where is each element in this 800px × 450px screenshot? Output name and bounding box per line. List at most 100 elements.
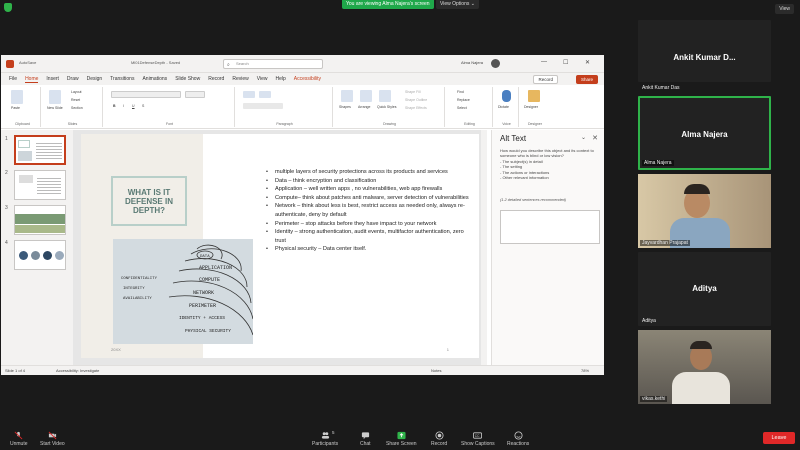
ppt-search-box[interactable]: ⌕ Search (223, 59, 323, 69)
alt-text-input[interactable] (500, 210, 600, 244)
arrange-icon[interactable] (360, 90, 372, 102)
new-slide-icon[interactable] (49, 90, 61, 104)
italic-icon[interactable]: I (123, 104, 124, 108)
shield-icon[interactable] (4, 3, 12, 12)
account-name[interactable]: Alma Najera (461, 60, 483, 65)
font-size-dropdown[interactable] (185, 91, 205, 98)
strikethrough-icon[interactable]: S (142, 104, 144, 108)
minimize-icon[interactable]: — (541, 59, 547, 65)
share-button[interactable]: Share (575, 75, 598, 84)
participant-video-tile[interactable]: vikas.kethi (638, 330, 771, 404)
alignment-icons[interactable] (243, 103, 283, 109)
shape-effects-button[interactable]: Shape Effects (405, 106, 427, 110)
unmute-button[interactable]: Unmute (10, 431, 28, 447)
microphone-icon[interactable] (502, 90, 511, 102)
chevron-down-icon[interactable]: ⌄ (581, 134, 586, 141)
slide-photo[interactable]: DATA APPLICATION COMPUTE NETWORK PERIMET… (113, 239, 253, 344)
vertical-scrollbar[interactable] (481, 130, 487, 365)
share-screen-button[interactable]: Share Screen (386, 431, 417, 447)
bullets-icon[interactable] (243, 91, 255, 98)
account-avatar[interactable] (491, 59, 500, 68)
dictate-label: Dictate (498, 105, 509, 109)
shape-fill-button[interactable]: Shape Fill (405, 90, 421, 94)
numbering-icon[interactable] (259, 91, 271, 98)
sketch-word: DATA (200, 255, 210, 259)
designer-icon[interactable] (528, 90, 540, 102)
bullet-item: Identity – strong authentication, audit … (266, 228, 471, 245)
leave-button[interactable]: Leave (763, 432, 795, 444)
slide-title[interactable]: WHAT IS IT DEFENSE IN DEPTH? (111, 176, 187, 226)
bullet-item: multiple layers of security protections … (266, 168, 471, 177)
close-icon[interactable]: ✕ (592, 134, 598, 142)
tab-draw[interactable]: Draw (67, 76, 79, 82)
tab-review[interactable]: Review (232, 76, 248, 82)
participant-video-tile[interactable]: Jayvardhan Prajapat (638, 174, 771, 248)
reactions-button[interactable]: Reactions (507, 431, 529, 447)
tab-record[interactable]: Record (208, 76, 224, 82)
group-label: Paragraph (276, 122, 293, 126)
share-screen-icon (397, 431, 406, 440)
slide-thumbnail-1[interactable] (14, 135, 66, 165)
tab-help[interactable]: Help (275, 76, 285, 82)
chat-button[interactable]: Chat (360, 431, 371, 447)
group-label: Clipboard (15, 122, 30, 126)
participants-button[interactable]: Participants 5 (312, 430, 339, 447)
tab-design[interactable]: Design (87, 76, 103, 82)
video-off-icon (48, 431, 57, 440)
zoom-level[interactable]: 78% (581, 368, 589, 373)
participant-tile[interactable]: Ankit Kumar D... (638, 20, 771, 82)
record-button[interactable]: Record (533, 75, 558, 84)
select-button[interactable]: Select (457, 106, 467, 110)
shape-outline-button[interactable]: Shape Outline (405, 98, 427, 102)
file-name[interactable]: Ml01DefenseDepth - Saved (131, 60, 180, 65)
chat-icon (361, 432, 369, 440)
slide-thumbnail-2[interactable] (14, 170, 66, 200)
autosave-label[interactable]: AutoSave (19, 60, 36, 65)
shapes-icon[interactable] (341, 90, 353, 102)
participant-label: Ankit Kumar Das (642, 85, 680, 91)
start-video-button[interactable]: Start Video (40, 431, 65, 447)
slide-thumbnail-4[interactable] (14, 240, 66, 270)
participants-label: Participants (312, 441, 339, 447)
participant-tile-active[interactable]: Alma Najera Alma Najera (638, 96, 771, 170)
view-options-button[interactable]: View Options ⌄ (436, 0, 479, 9)
sketch-word: NETWORK (193, 290, 214, 296)
participant-tile[interactable]: Aditya (638, 252, 771, 326)
slide-canvas[interactable]: WHAT IS IT DEFENSE IN DEPTH? DATA APPLIC (81, 134, 479, 358)
tab-file[interactable]: File (9, 76, 17, 82)
reset-button[interactable]: Reset (71, 98, 80, 102)
tab-insert[interactable]: Insert (46, 76, 59, 82)
section-button[interactable]: Section (71, 106, 83, 110)
unmute-label: Unmute (10, 441, 28, 447)
accessibility-status[interactable]: Accessibility: Investigate (56, 368, 99, 373)
sketch-word: PHYSICAL SECURITY (185, 328, 231, 334)
ribbon-group-font: B I U S Font (105, 87, 235, 127)
alt-text-recommendation: (1-2 detailed sentences recommended) (500, 198, 567, 202)
show-captions-button[interactable]: CC Show Captions (461, 431, 495, 447)
slide-bullet-list[interactable]: multiple layers of security protections … (266, 168, 471, 254)
tab-transitions[interactable]: Transitions (110, 76, 134, 82)
view-button[interactable]: View (775, 4, 794, 14)
start-video-label: Start Video (40, 441, 65, 447)
notes-button[interactable]: Notes (431, 368, 441, 373)
tab-accessibility[interactable]: Accessibility (294, 76, 321, 82)
font-name-dropdown[interactable] (111, 91, 181, 98)
paste-icon[interactable] (11, 90, 23, 104)
replace-button[interactable]: Replace (457, 98, 470, 102)
quick-styles-icon[interactable] (379, 90, 391, 102)
maximize-icon[interactable]: ☐ (563, 59, 568, 66)
thumb-number: 2 (5, 170, 8, 176)
tab-slide-show[interactable]: Slide Show (175, 76, 200, 82)
tab-home[interactable]: Home (25, 76, 39, 83)
bold-icon[interactable]: B (113, 104, 116, 108)
ppt-title-bar: AutoSave Ml01DefenseDepth - Saved ⌕ Sear… (1, 55, 604, 73)
tab-view[interactable]: View (257, 76, 268, 82)
find-button[interactable]: Find (457, 90, 464, 94)
record-button[interactable]: Record (431, 431, 447, 447)
underline-icon[interactable]: U (132, 104, 135, 108)
close-icon[interactable]: ✕ (585, 59, 590, 66)
layout-button[interactable]: Layout (71, 90, 82, 94)
screen-share-banner: You are viewing Alma Najera's screen (342, 0, 434, 9)
tab-animations[interactable]: Animations (142, 76, 167, 82)
slide-thumbnail-3[interactable] (14, 205, 66, 235)
